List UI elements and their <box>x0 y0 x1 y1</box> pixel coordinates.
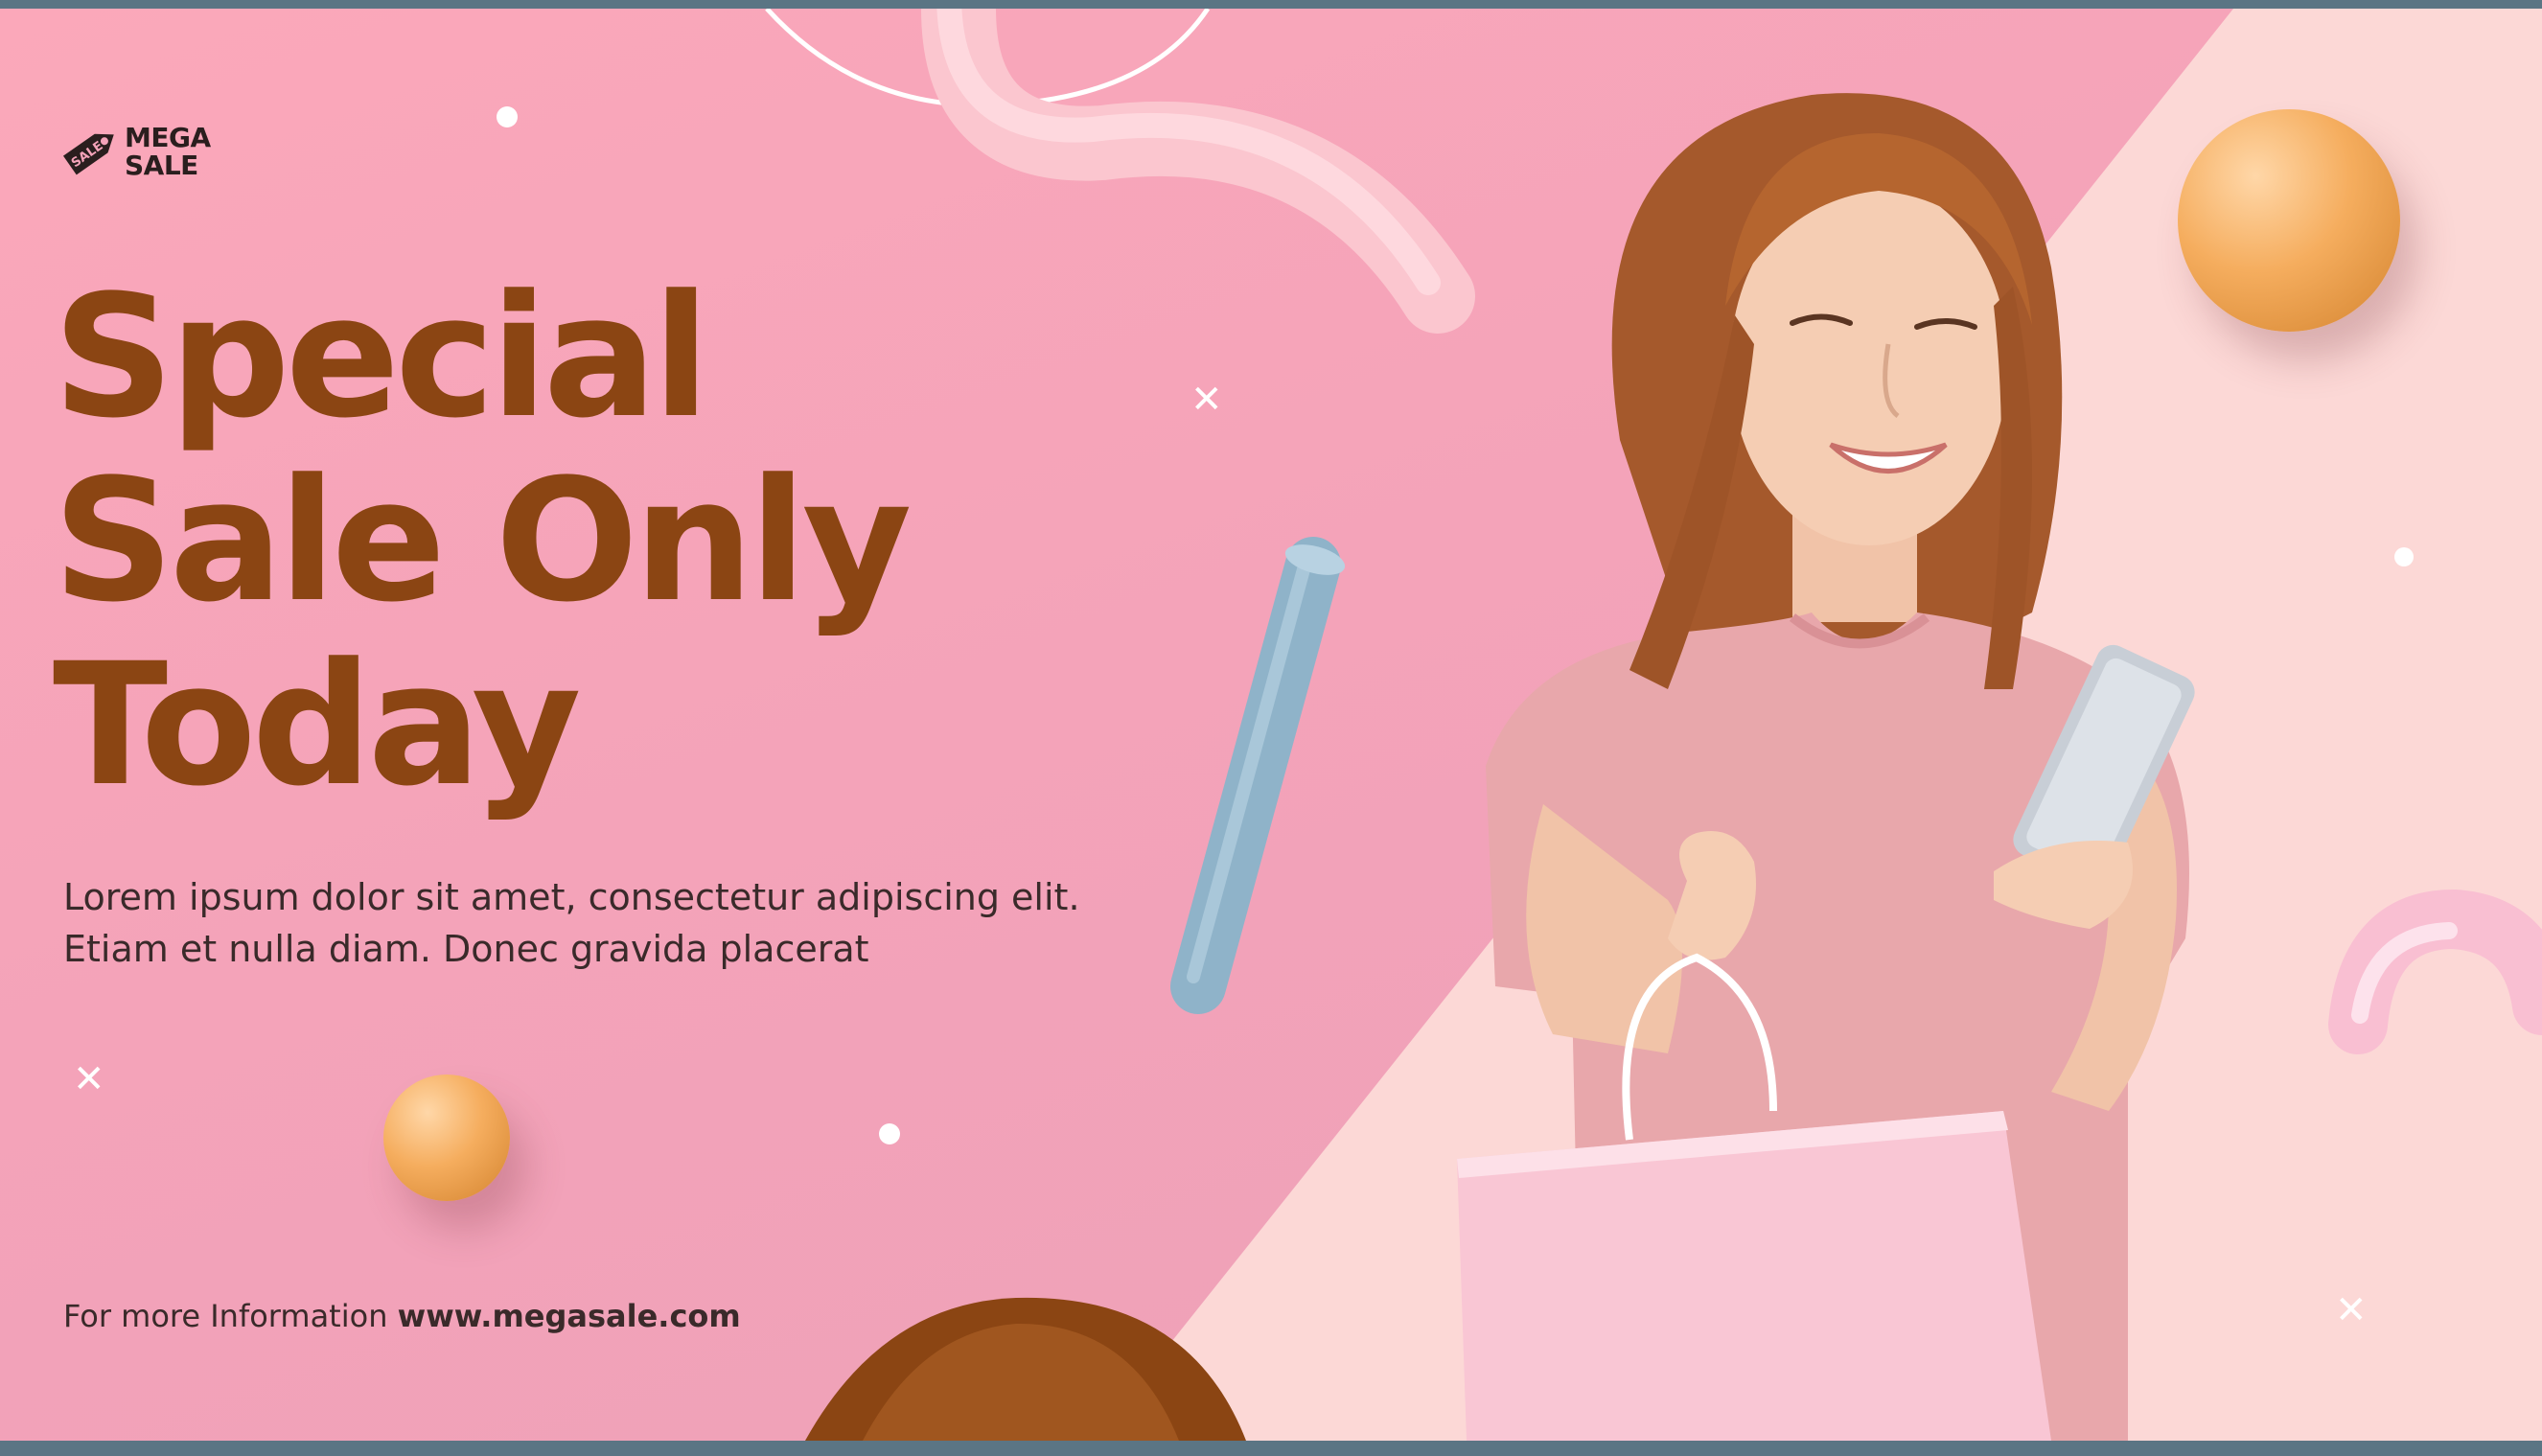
headline-line-3: Today <box>53 627 582 823</box>
logo-wordmark: MEGA SALE <box>125 124 211 179</box>
headline: Special Sale Only Today <box>53 266 1107 818</box>
white-cross-icon: ✕ <box>2335 1288 2368 1332</box>
sale-tag-icon: SALE <box>62 133 114 175</box>
headline-line-2: Sale Only <box>53 443 912 639</box>
body-text: Lorem ipsum dolor sit amet, consectetur … <box>63 876 1080 970</box>
logo-line-1: MEGA <box>125 122 211 153</box>
white-dot <box>879 1123 900 1144</box>
brown-half-sphere-shape <box>805 1297 1246 1441</box>
white-dot <box>2394 547 2414 566</box>
white-cross-icon: ✕ <box>73 1057 105 1101</box>
logo-line-2: SALE <box>125 150 198 181</box>
woman-with-phone-and-shopping-bag-illustration <box>1457 93 2195 1441</box>
orange-ball-small <box>383 1075 510 1201</box>
footer-info: For more Information www.megasale.com <box>63 1298 741 1334</box>
mega-sale-logo: SALE MEGA SALE <box>59 116 232 193</box>
footer-url-link[interactable]: www.megasale.com <box>398 1298 741 1334</box>
headline-line-1: Special <box>53 259 710 455</box>
blue-cylinder-shape <box>1170 537 1346 1014</box>
white-cross-icon: ✕ <box>1190 378 1223 422</box>
white-dot <box>497 106 518 127</box>
sale-banner: ✕ ✕ ✕ SALE MEGA SALE Special Sale Only T… <box>0 9 2542 1441</box>
footer-info-label: For more Information <box>63 1298 388 1334</box>
